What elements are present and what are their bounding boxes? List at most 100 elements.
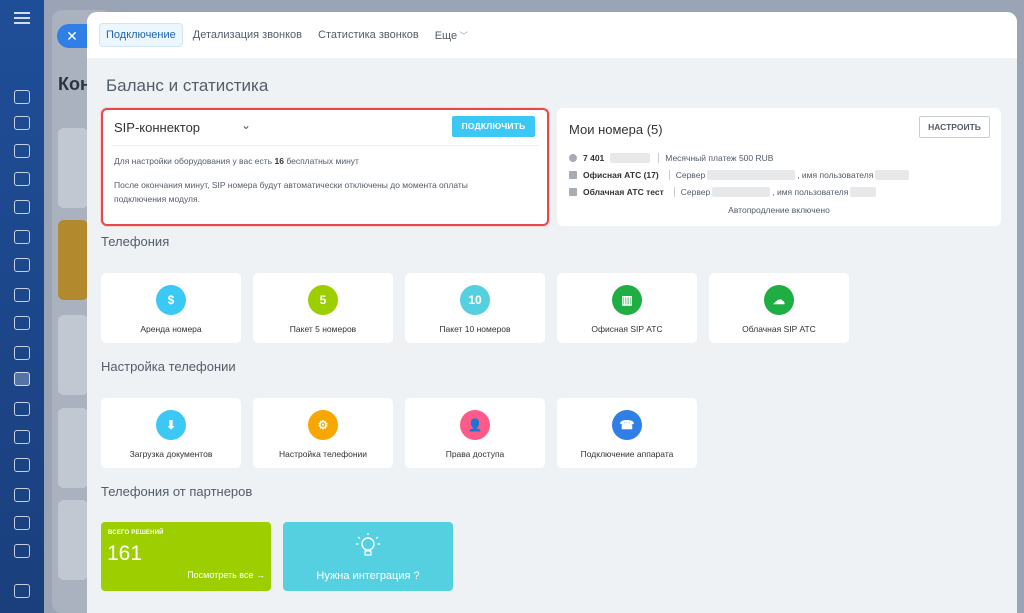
- buildings-icon[interactable]: [14, 430, 30, 444]
- free-minutes-text: Для настройки оборудования у вас есть 16…: [114, 156, 359, 166]
- filter-icon[interactable]: [14, 372, 30, 386]
- tile-access-rights[interactable]: 👤 Права доступа: [405, 398, 545, 468]
- tab-bar: Подключение Детализация звонков Статисти…: [87, 12, 1017, 58]
- background-card: [58, 500, 88, 580]
- tab-more-label: Еще: [434, 29, 458, 42]
- cart-icon[interactable]: [14, 488, 30, 502]
- tile-number-rent[interactable]: $ Аренда номера: [101, 273, 241, 343]
- tile-label: Облачная SIP АТС: [742, 324, 816, 334]
- view-all-link[interactable]: Посмотреть все →: [187, 570, 265, 580]
- tile-label: Права доступа: [445, 449, 505, 459]
- configure-button[interactable]: НАСТРОИТЬ: [919, 116, 990, 138]
- chevron-down-icon: ﹀: [459, 30, 469, 41]
- server-label: Сервер: [680, 187, 711, 197]
- schedule-icon[interactable]: [14, 402, 30, 416]
- tab-call-details[interactable]: Детализация звонков: [187, 24, 308, 46]
- username-label: , имя пользователя: [772, 187, 849, 197]
- tile-label: Загрузка документов: [129, 449, 213, 459]
- office-pbx-icon: ▥: [612, 285, 642, 315]
- users-icon[interactable]: [14, 316, 30, 330]
- document-upload-icon: ⬇: [156, 410, 186, 440]
- background-card: [58, 220, 88, 300]
- divider: [658, 153, 660, 163]
- package-5-icon: 5: [308, 285, 338, 315]
- lightbulb-icon: [356, 533, 380, 556]
- number-row: 7 401 Месячный платеж 500 RUB: [569, 153, 773, 163]
- cards-icon[interactable]: [14, 258, 30, 272]
- pbx-name: Облачная АТС тест: [583, 187, 664, 197]
- tile-document-upload[interactable]: ⬇ Загрузка документов: [101, 398, 241, 468]
- pbx-row: Облачная АТС тест Сервер , имя пользоват…: [569, 187, 878, 197]
- pbx-row: Офисная АТС (17) Сервер , имя пользовате…: [569, 170, 911, 180]
- cloud-pbx-icon: ☁: [764, 285, 794, 315]
- phone-rent-icon: $: [156, 285, 186, 315]
- chat-icon[interactable]: [14, 90, 30, 104]
- total-solutions-caption: ВСЕГО РЕШЕНИЙ: [108, 530, 164, 536]
- tab-more[interactable]: Еще ﹀: [429, 24, 474, 47]
- device-connect-icon: ☎: [612, 410, 642, 440]
- pbx-icon: [569, 171, 577, 179]
- partner-solutions-card[interactable]: ВСЕГО РЕШЕНИЙ 161 Посмотреть все →: [101, 522, 271, 591]
- target-icon[interactable]: [14, 458, 30, 472]
- section-partners: Телефония от партнеров: [101, 484, 253, 499]
- settings-icon[interactable]: [14, 144, 30, 158]
- tile-device-connect[interactable]: ☎ Подключение аппарата: [557, 398, 697, 468]
- tile-cloud-pbx[interactable]: ☁ Облачная SIP АТС: [709, 273, 849, 343]
- close-slider-button[interactable]: ✕: [57, 24, 87, 48]
- package-10-icon: 10: [460, 285, 490, 315]
- tile-label: Настройка телефонии: [278, 449, 368, 459]
- tile-label: Офисная SIP АТС: [591, 324, 663, 334]
- page-title: Баланс и статистика: [106, 76, 269, 95]
- section-telephony: Телефония: [101, 234, 170, 249]
- monitor-icon[interactable]: [14, 516, 30, 530]
- gear-icon[interactable]: [14, 584, 30, 598]
- free-minutes-prefix: Для настройки оборудования у вас есть: [114, 156, 273, 166]
- tile-label: Подключение аппарата: [580, 449, 674, 459]
- documents-icon[interactable]: [14, 200, 30, 214]
- number-value: 7 401: [583, 153, 605, 163]
- checklist-icon[interactable]: [14, 346, 30, 360]
- tab-call-stats[interactable]: Статистика звонков: [312, 24, 425, 46]
- hidden-value: [712, 187, 771, 197]
- mail-icon[interactable]: [14, 288, 30, 302]
- background-card: [58, 315, 88, 395]
- divider: [668, 170, 670, 180]
- free-minutes-count: 16: [274, 156, 284, 166]
- menu-icon[interactable]: [14, 12, 30, 24]
- report-icon[interactable]: [14, 544, 30, 558]
- connect-button[interactable]: ПОДКЛЮЧИТЬ: [452, 116, 535, 137]
- tile-telephony-settings[interactable]: ⚙ Настройка телефонии: [253, 398, 393, 468]
- section-telephony-settings: Настройка телефонии: [101, 359, 236, 374]
- need-integration-card[interactable]: Нужна интеграция ?: [283, 522, 453, 591]
- username-label: , имя пользователя: [797, 170, 874, 180]
- tasks-icon[interactable]: [14, 116, 30, 130]
- hidden-value: [610, 153, 651, 163]
- tile-package-10[interactable]: 10 Пакет 10 номеров: [405, 273, 545, 343]
- free-minutes-suffix: бесплатных минут: [286, 156, 359, 166]
- tile-label: Пакет 10 номеров: [439, 324, 511, 334]
- tile-office-pbx[interactable]: ▥ Офисная SIP АТС: [557, 273, 697, 343]
- pbx-icon: [569, 188, 577, 196]
- divider: [673, 187, 675, 197]
- tile-label: Пакет 5 номеров: [289, 324, 357, 334]
- sip-title: SIP-коннектор: [114, 120, 201, 135]
- server-label: Сервер: [675, 170, 706, 180]
- total-solutions-count: 161: [107, 542, 143, 565]
- contacts-icon[interactable]: [14, 230, 30, 244]
- telephony-slider: Подключение Детализация звонков Статисти…: [87, 12, 1017, 613]
- access-rights-icon: 👤: [460, 410, 490, 440]
- tab-connection[interactable]: Подключение: [99, 23, 183, 47]
- info-icon: [569, 154, 577, 162]
- hidden-value: [875, 170, 910, 180]
- sip-connector-card: SIP-коннектор ⌄ ПОДКЛЮЧИТЬ Для настройки…: [101, 108, 549, 226]
- need-integration-label: Нужна интеграция ?: [316, 570, 420, 582]
- chevron-down-icon[interactable]: ⌄: [241, 118, 251, 132]
- hidden-value: [850, 187, 877, 197]
- background-card: [58, 128, 88, 208]
- telephony-settings-icon: ⚙: [308, 410, 338, 440]
- background-page-title: Кон: [58, 74, 91, 94]
- tile-package-5[interactable]: 5 Пакет 5 номеров: [253, 273, 393, 343]
- autorenew-text: Автопродление включено: [728, 205, 830, 215]
- calendar-icon[interactable]: [14, 172, 30, 186]
- tile-label: Аренда номера: [140, 324, 202, 334]
